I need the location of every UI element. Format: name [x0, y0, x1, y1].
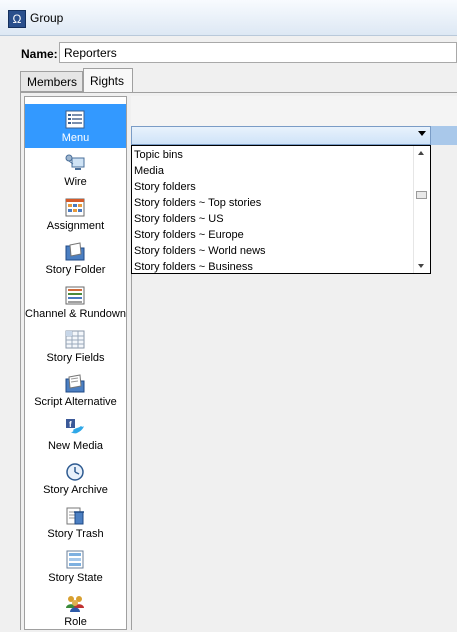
chevron-down-icon[interactable] — [418, 131, 426, 136]
menu-icon — [65, 110, 85, 129]
tab-rights[interactable]: Rights — [83, 68, 133, 93]
category-label: Story Archive — [43, 484, 108, 496]
dropdown-option[interactable]: Topic bins — [134, 147, 183, 163]
category-label: Assignment — [46, 220, 105, 232]
story-state-icon — [66, 550, 84, 569]
dropdown-option[interactable]: Media — [134, 163, 164, 179]
dropdown-scrollbar[interactable] — [413, 146, 430, 273]
category-label: Story Trash — [47, 528, 104, 540]
app-logo-icon: Ω — [8, 10, 26, 28]
category-story-archive[interactable]: Story Archive — [25, 456, 126, 500]
dropdown-option[interactable]: Story folders ~ Business — [134, 259, 253, 273]
script-alternative-icon — [65, 374, 85, 393]
category-story-trash[interactable]: Story Trash — [25, 500, 126, 544]
category-story-state[interactable]: Story State — [25, 544, 126, 588]
folder-select[interactable] — [131, 126, 431, 145]
category-wire[interactable]: Wire — [25, 148, 126, 192]
category-story-folder[interactable]: Story Folder — [25, 236, 126, 280]
category-label: Story Folder — [45, 264, 106, 276]
folder-icon — [65, 242, 85, 261]
scroll-thumb[interactable] — [416, 191, 427, 199]
category-story-fields[interactable]: Story Fields — [25, 324, 126, 368]
window-title: Group — [30, 11, 64, 25]
dropdown-option[interactable]: Story folders ~ Europe — [134, 227, 244, 243]
story-archive-icon — [66, 463, 84, 481]
category-label: New Media — [47, 440, 104, 452]
category-label: Menu — [61, 132, 90, 144]
name-input[interactable] — [59, 42, 457, 63]
column-header-strip — [431, 126, 457, 145]
folder-dropdown-list[interactable]: Topic bins Media Story folders Story fol… — [131, 145, 431, 274]
category-script-alternative[interactable]: Script Alternative — [25, 368, 126, 412]
category-label: Role — [64, 616, 87, 628]
dropdown-option[interactable]: Story folders — [134, 179, 196, 195]
category-label: Story State — [48, 572, 103, 584]
scroll-down-arrow-icon[interactable] — [418, 264, 424, 268]
dropdown-option[interactable]: Story folders ~ US — [134, 211, 224, 227]
story-trash-icon — [66, 507, 84, 525]
role-icon — [66, 596, 84, 612]
category-label: Story Fields — [46, 352, 105, 364]
category-label: Wire — [64, 176, 87, 188]
name-label: Name: — [21, 47, 58, 61]
dropdown-option[interactable]: Story folders ~ World news — [134, 243, 266, 259]
scroll-up-arrow-icon[interactable] — [418, 151, 424, 155]
category-label: Channel & Rundown — [25, 308, 126, 320]
category-assignment[interactable]: Assignment — [25, 192, 126, 236]
category-role[interactable]: Role — [25, 588, 126, 632]
category-new-media[interactable]: f New Media — [25, 412, 126, 456]
wire-icon — [65, 154, 85, 170]
category-list[interactable]: Menu Wire Assignment Story Folder Channe… — [24, 96, 127, 630]
tab-members[interactable]: Members — [20, 71, 83, 92]
category-label: Script Alternative — [34, 396, 117, 408]
dropdown-option[interactable]: Story folders ~ Top stories — [134, 195, 261, 211]
category-menu[interactable]: Menu — [25, 104, 126, 148]
rights-content-header — [131, 96, 457, 127]
svg-text:f: f — [69, 420, 72, 429]
channel-rundown-icon — [65, 286, 85, 305]
category-channel-rundown[interactable]: Channel & Rundown — [25, 280, 126, 324]
new-media-icon: f — [66, 419, 84, 434]
assignment-icon — [65, 198, 85, 217]
story-fields-icon — [65, 330, 85, 349]
title-bar: Ω Group — [0, 0, 457, 36]
